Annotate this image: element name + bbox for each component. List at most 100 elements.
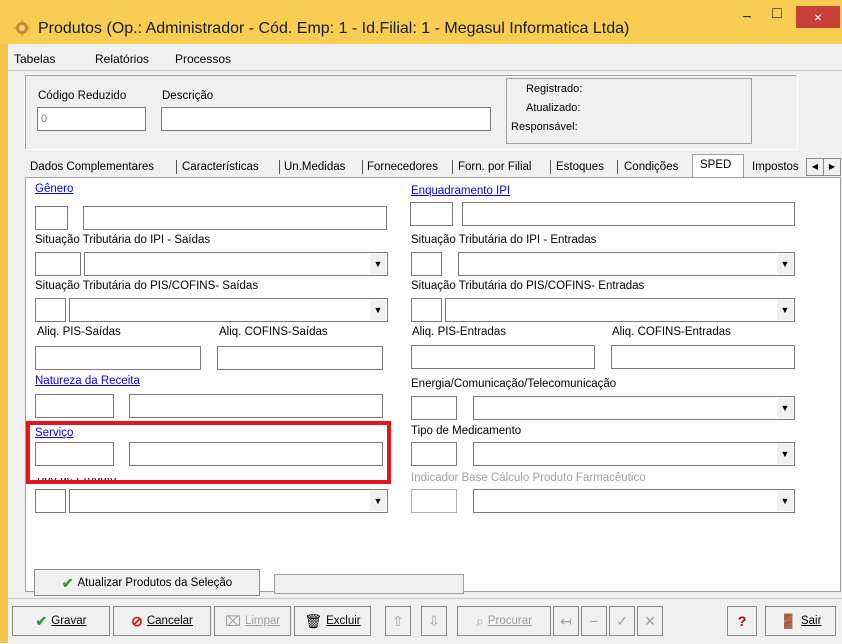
descricao-input[interactable] — [161, 107, 491, 131]
cancelar-button[interactable]: ⊘ Cancelar — [113, 606, 211, 636]
tab-un-medidas[interactable]: Un.Medidas — [284, 158, 345, 176]
tab-separator — [550, 160, 551, 174]
gravar-button[interactable]: ✔ Gravar — [12, 606, 110, 636]
aliq-pis-entradas-label: Aliq. PIS-Entradas — [412, 326, 506, 338]
genero-desc-input[interactable] — [83, 206, 387, 230]
cst-pis-saidas-select[interactable]: ▼ — [69, 298, 388, 322]
chevron-down-icon: ▼ — [370, 491, 386, 511]
gravar-label: Gravar — [51, 615, 87, 627]
arrow-down-icon: ⇩ — [428, 613, 440, 629]
cancelar-label: Cancelar — [146, 615, 193, 627]
cst-ipi-saidas-select[interactable]: ▼ — [84, 252, 388, 276]
minus-button[interactable]: − — [581, 606, 607, 636]
tab-scroll-right-icon[interactable]: ▶ — [823, 158, 841, 176]
limpar-button[interactable]: ⌧ Limpar — [214, 606, 291, 636]
help-button[interactable]: ? — [727, 606, 757, 636]
aliq-pis-entradas-input[interactable] — [411, 345, 595, 369]
x-small-icon: ✕ — [644, 613, 656, 629]
chevron-down-icon: ▼ — [777, 398, 793, 418]
arrow-up-icon: ⇧ — [392, 613, 404, 629]
excluir-button[interactable]: 🗑 Excluir — [294, 606, 371, 636]
descricao-label: Descrição — [162, 90, 214, 102]
atualizar-produtos-button[interactable]: ✔ Atualizar Produtos da Seleção — [34, 569, 260, 596]
sair-button[interactable]: 🚪 Sair — [765, 606, 836, 636]
genero-link[interactable]: Gênero — [35, 183, 73, 195]
tab-scroll-left-icon[interactable]: ◀ — [806, 158, 824, 176]
tipo-produto-select[interactable]: ▼ — [69, 489, 388, 513]
indicador-base-code-input[interactable] — [411, 489, 457, 513]
cst-ipi-entradas-code-input[interactable] — [411, 252, 442, 276]
chevron-down-icon: ▼ — [777, 444, 793, 464]
enquadramento-ipi-desc-input[interactable] — [462, 202, 795, 226]
cst-pis-saidas-code-input[interactable] — [35, 298, 66, 322]
minimize-button[interactable]: − — [732, 4, 762, 32]
codigo-reduzido-label: Código Reduzido — [38, 90, 127, 102]
chevron-down-icon: ▼ — [370, 254, 386, 274]
natureza-receita-link[interactable]: Natureza da Receita — [35, 375, 140, 387]
tab-dados-complementares[interactable]: Dados Complementares — [30, 158, 154, 176]
discard-button[interactable]: ✕ — [637, 606, 663, 636]
tab-impostos[interactable]: Impostos — [752, 158, 805, 176]
tipo-produto-code-input[interactable] — [35, 489, 66, 513]
highlight-box — [26, 421, 391, 484]
energia-label: Energia/Comunicação/Telecomunicação — [411, 378, 617, 390]
natureza-receita-desc-input[interactable] — [129, 394, 383, 418]
energia-select[interactable]: ▼ — [473, 396, 795, 420]
cst-pis-entradas-code-input[interactable] — [411, 298, 442, 322]
tab-sped[interactable]: SPED — [700, 156, 731, 174]
nav-first-icon: ↤ — [560, 613, 572, 629]
search-icon: ⌕ — [476, 613, 484, 629]
tab-separator — [176, 160, 177, 174]
menu-relatorios[interactable]: Relatórios — [95, 52, 149, 66]
help-icon: ? — [737, 613, 747, 629]
indicador-base-select[interactable]: ▼ — [473, 489, 795, 513]
arrow-down-button[interactable]: ⇩ — [421, 606, 447, 636]
aliq-cofins-entradas-input[interactable] — [611, 345, 795, 369]
chevron-down-icon: ▼ — [777, 300, 793, 320]
aliq-cofins-saidas-input[interactable] — [217, 346, 383, 370]
menu-tabelas[interactable]: Tabelas — [14, 52, 55, 66]
procurar-button[interactable]: ⌕ Procurar — [457, 606, 551, 636]
close-button[interactable]: × — [796, 6, 840, 28]
trash-icon: 🗑 — [304, 613, 323, 629]
cst-ipi-saidas-code-input[interactable] — [35, 252, 81, 276]
first-record-button[interactable]: ↤ — [553, 606, 579, 636]
arrow-up-button[interactable]: ⇧ — [385, 606, 411, 636]
tab-estoques[interactable]: Estoques — [556, 158, 604, 176]
check-small-icon: ✓ — [616, 613, 628, 629]
procurar-label: Procurar — [487, 615, 532, 627]
check-icon: ✔ — [35, 613, 48, 629]
cst-ipi-entradas-select[interactable]: ▼ — [458, 252, 795, 276]
progress-bar — [274, 574, 464, 594]
tipo-medicamento-label: Tipo de Medicamento — [411, 425, 522, 437]
chevron-down-icon: ▼ — [777, 254, 793, 274]
menu-processos[interactable]: Processos — [175, 52, 231, 66]
confirm-button[interactable]: ✓ — [609, 606, 635, 636]
genero-code-input[interactable] — [35, 206, 68, 230]
tab-fornecedores[interactable]: Fornecedores — [367, 158, 438, 176]
natureza-receita-code-input[interactable] — [35, 394, 114, 418]
tab-caracteristicas[interactable]: Características — [182, 158, 259, 176]
aliq-pis-saidas-input[interactable] — [35, 346, 201, 370]
chevron-down-icon: ▼ — [370, 300, 386, 320]
indicador-base-label: Indicador Base Cálculo Produto Farmacêut… — [411, 472, 646, 484]
registrado-label: Registrado: — [526, 83, 583, 95]
enquadramento-ipi-code-input[interactable] — [410, 202, 453, 226]
tab-condicoes[interactable]: Condições — [624, 158, 678, 176]
cst-pis-entradas-select[interactable]: ▼ — [445, 298, 795, 322]
cst-ipi-entradas-label: Situação Tributária do IPI - Entradas — [411, 234, 597, 246]
menu-bar: Tabelas Relatórios Processos — [8, 48, 842, 70]
cst-pis-entradas-label: Situação Tributária do PIS/COFINS- Entra… — [411, 280, 645, 292]
enquadramento-ipi-link[interactable]: Enquadramento IPI — [411, 185, 510, 197]
aliq-cofins-saidas-label: Aliq. COFINS-Saídas — [219, 326, 328, 338]
title-bar[interactable]: Produtos (Op.: Administrador - Cód. Emp:… — [0, 0, 842, 44]
maximize-button[interactable]: □ — [762, 0, 792, 28]
chevron-down-icon: ▼ — [777, 491, 793, 511]
tab-forn-por-filial[interactable]: Forn. por Filial — [458, 158, 532, 176]
codigo-reduzido-input[interactable]: 0 — [37, 107, 146, 131]
energia-code-input[interactable] — [411, 396, 457, 420]
atualizar-produtos-label: Atualizar Produtos da Seleção — [77, 576, 233, 589]
window-title: Produtos (Op.: Administrador - Cód. Emp:… — [38, 20, 630, 37]
tipo-medicamento-select[interactable]: ▼ — [473, 442, 795, 466]
tipo-medicamento-code-input[interactable] — [411, 442, 457, 466]
